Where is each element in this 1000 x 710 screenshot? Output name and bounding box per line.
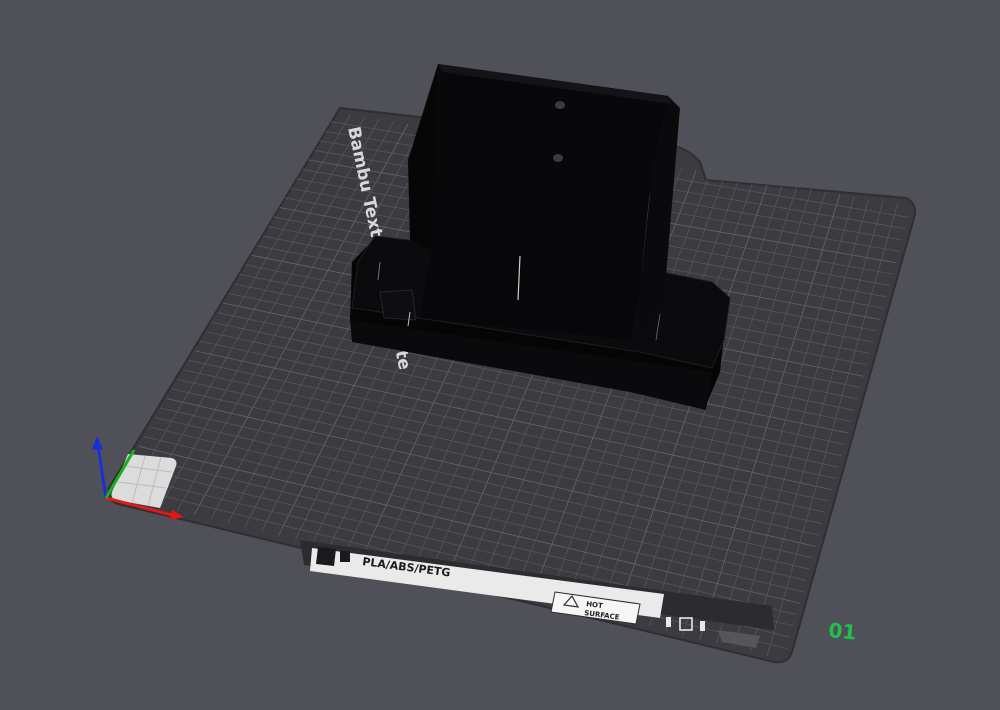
- model-hole-mid: [553, 154, 563, 162]
- plate-logo-icon: [316, 547, 336, 566]
- 3d-viewport[interactable]: Bambu Textured PEI Plate PLA/ABS/PETG HO…: [0, 0, 1000, 706]
- model-tower-front: [428, 64, 668, 312]
- model-hole-top: [555, 101, 565, 109]
- plate-number[interactable]: 01: [828, 618, 858, 644]
- scene: Bambu Textured PEI Plate PLA/ABS/PETG HO…: [92, 64, 916, 664]
- model-base-cutout: [379, 289, 417, 321]
- plate-logo-icon: [340, 551, 350, 562]
